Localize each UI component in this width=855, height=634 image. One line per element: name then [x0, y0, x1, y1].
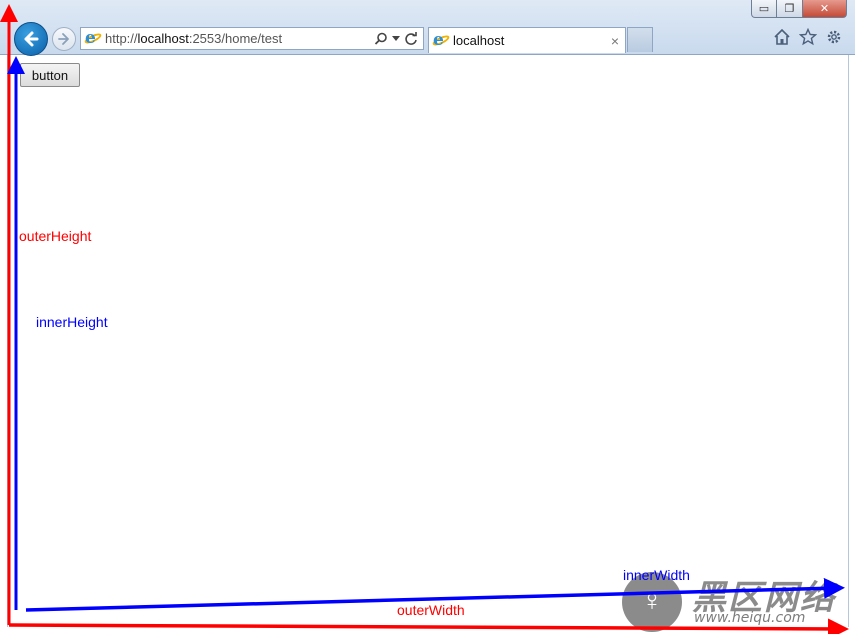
- back-button[interactable]: [14, 22, 48, 56]
- toolbar-right: [773, 28, 843, 46]
- outer-height-label: outerHeight: [19, 228, 92, 244]
- inner-height-label: innerHeight: [36, 314, 108, 330]
- minimize-icon: ▭: [758, 3, 770, 15]
- minimize-button[interactable]: ▭: [751, 0, 777, 18]
- restore-icon: ❐: [784, 3, 795, 15]
- address-tools: [374, 31, 423, 46]
- window-caption-buttons: ▭ ❐ ✕: [751, 0, 847, 20]
- home-icon[interactable]: [773, 28, 791, 46]
- outer-width-label: outerWidth: [397, 602, 465, 618]
- restore-button[interactable]: ❐: [777, 0, 803, 18]
- forward-button[interactable]: [52, 27, 76, 51]
- browser-chrome: ▭ ❐ ✕ e http://localhost:2553/home/test: [0, 0, 855, 56]
- address-bar[interactable]: e http://localhost:2553/home/test: [80, 27, 424, 50]
- search-icon[interactable]: [374, 32, 388, 46]
- forward-arrow-icon: [58, 33, 69, 45]
- page-content: [7, 55, 849, 627]
- dropdown-icon[interactable]: [392, 35, 400, 42]
- browser-window: ▭ ❐ ✕ e http://localhost:2553/home/test: [0, 0, 855, 634]
- close-icon: ✕: [819, 3, 830, 15]
- ie-tab-icon: e: [431, 31, 451, 49]
- star-icon[interactable]: [799, 28, 817, 46]
- watermark-logo-glyph: ♀: [640, 584, 664, 617]
- gear-icon[interactable]: [825, 28, 843, 46]
- inner-width-label: innerWidth: [623, 567, 690, 583]
- watermark-url: www.heiqu.com: [694, 610, 806, 626]
- tab-title: localhost: [453, 33, 505, 48]
- new-tab-button[interactable]: [627, 27, 653, 52]
- ie-page-icon: e: [83, 29, 103, 47]
- url-text[interactable]: http://localhost:2553/home/test: [105, 31, 282, 46]
- demo-button[interactable]: button: [20, 63, 80, 87]
- refresh-icon[interactable]: [404, 31, 418, 46]
- tab-localhost[interactable]: e localhost ×: [428, 27, 626, 53]
- close-button[interactable]: ✕: [803, 0, 847, 18]
- back-arrow-icon: [24, 31, 39, 47]
- tab-close-icon[interactable]: ×: [611, 33, 619, 49]
